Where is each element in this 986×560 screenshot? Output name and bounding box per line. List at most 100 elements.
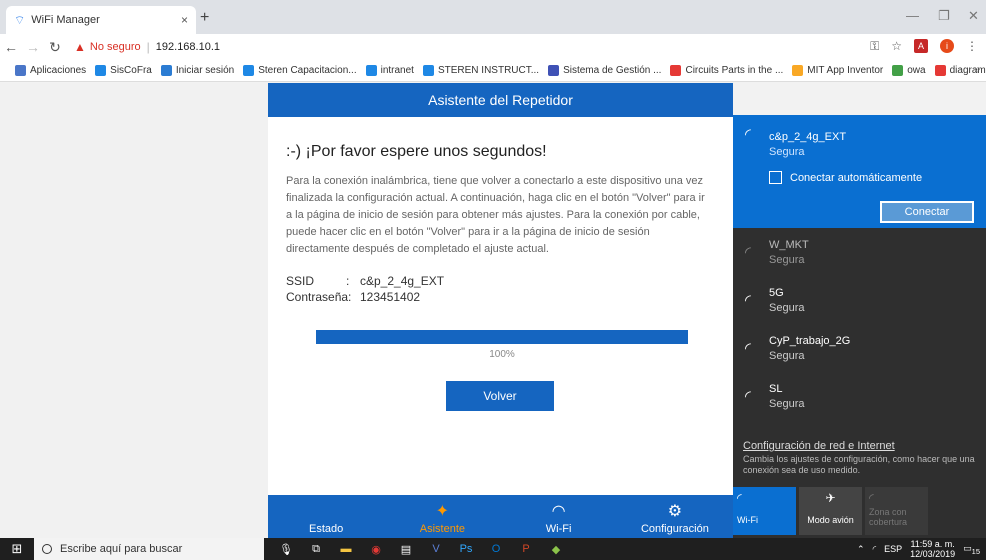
restore-icon[interactable]: ❐ <box>938 8 950 24</box>
bookmark-favicon-icon <box>243 65 255 76</box>
star-icon[interactable]: ☆ <box>891 39 902 54</box>
minimize-icon[interactable]: — <box>906 8 919 23</box>
bookmark-item[interactable]: Circuits Parts in the ... <box>670 65 783 76</box>
wifi-signal-icon: ◜ <box>745 292 751 309</box>
network-name: 5G <box>769 287 784 299</box>
cortana-icon <box>42 544 52 554</box>
wifi-signal-icon: ◜ <box>745 340 751 357</box>
network-name: W_MKT <box>769 239 809 251</box>
visio-icon[interactable]: V <box>428 543 444 556</box>
bookmark-item[interactable]: Sistema de Gestión ... <box>548 65 661 76</box>
pdf-extension-icon[interactable]: A <box>914 39 928 53</box>
bookmark-favicon-icon <box>892 65 904 76</box>
app-icon[interactable]: ◆ <box>548 543 564 556</box>
checkbox-icon[interactable] <box>769 171 782 184</box>
photoshop-icon[interactable]: Ps <box>458 543 474 556</box>
airplane-mode-toggle[interactable]: ✈ Modo avión <box>799 487 862 535</box>
bookmark-favicon-icon <box>160 65 172 76</box>
clock[interactable]: 11:59 a. m. 12/03/2019 <box>910 539 955 559</box>
page-title: :-) ¡Por favor espere unos segundos! <box>286 143 547 160</box>
progress-bar <box>316 330 688 344</box>
bookmark-item[interactable]: Aplicaciones <box>15 65 86 76</box>
tray-wifi-icon[interactable]: ◜ <box>873 544 877 555</box>
close-window-icon[interactable]: ✕ <box>968 8 979 24</box>
bookmark-favicon-icon <box>95 65 107 76</box>
password-value: 123451402 <box>360 290 421 304</box>
bookmark-item[interactable]: Steren Capacitacion... <box>243 65 357 76</box>
chrome-icon[interactable]: ◉ <box>368 543 384 556</box>
network-security: Segura <box>769 254 805 266</box>
back-arrow-icon[interactable]: ← <box>0 39 22 55</box>
selected-network[interactable]: ◜ c&p_2_4g_EXT Segura Conectar automátic… <box>733 115 986 228</box>
nav-estado[interactable]: Estado <box>268 495 384 538</box>
network-name: c&p_2_4g_EXT <box>769 131 847 143</box>
progress-fill <box>316 330 688 344</box>
auto-connect-checkbox[interactable]: Conectar automáticamente <box>769 171 922 184</box>
powerpoint-icon[interactable]: P <box>518 543 534 556</box>
close-tab-icon[interactable]: × <box>181 13 188 27</box>
reload-icon[interactable]: ↻ <box>44 39 66 56</box>
system-tray: ⌃ ◜ ESP 11:59 a. m. 12/03/2019 ▭15 <box>857 538 980 560</box>
ssid-label: SSID: <box>286 274 350 288</box>
tab-strip: ⌔ WiFi Manager × + — ❐ ✕ <box>0 0 986 34</box>
forward-arrow-icon[interactable]: → <box>22 39 44 55</box>
instructions-text: Para la conexión inalámbrica, tiene que … <box>286 175 705 255</box>
bookmark-item[interactable]: STEREN INSTRUCT... <box>422 65 539 76</box>
network-settings-link[interactable]: Configuración de red e Internet <box>743 440 978 452</box>
menu-dots-icon[interactable]: ⋮ <box>966 39 978 54</box>
password-label: Contraseña: <box>286 290 352 304</box>
hotspot-toggle[interactable]: ◜ Zona con cobertura <box>865 487 928 535</box>
bookmark-item[interactable]: SisCoFra <box>95 65 152 76</box>
bookmark-item[interactable]: Iniciar sesión <box>160 65 234 76</box>
network-security: Segura <box>769 398 805 410</box>
bookmark-item[interactable]: intranet <box>365 65 414 76</box>
mic-icon[interactable]: 🎙 <box>278 543 294 556</box>
bookmark-favicon-icon <box>934 65 946 76</box>
address-bar[interactable]: 192.168.10.1 <box>156 41 220 53</box>
wifi-signal-icon: ◜ <box>745 388 751 405</box>
airplane-icon: ✈ <box>825 491 836 505</box>
warning-icon[interactable]: ▲ <box>74 40 86 54</box>
profile-avatar[interactable]: i <box>940 39 954 53</box>
outlook-icon[interactable]: O <box>488 543 504 556</box>
file-explorer-icon[interactable]: ▬ <box>338 543 354 556</box>
nav-asistente[interactable]: ✦ Asistente <box>384 495 500 538</box>
task-view-icon[interactable]: ⧉ <box>308 543 324 556</box>
network-item[interactable]: ◜ CyP_trabajo_2G Segura <box>733 329 986 377</box>
wifi-toggle[interactable]: ◜ Wi-Fi <box>733 487 796 535</box>
bookmark-favicon-icon <box>15 65 26 76</box>
taskbar-apps: 🎙 ⧉ ▬ ◉ ▤ V Ps O P ◆ <box>278 543 564 556</box>
taskbar: ⊞ Escribe aquí para buscar 🎙 ⧉ ▬ ◉ ▤ V P… <box>0 538 986 560</box>
nav-wifi[interactable]: ◠ Wi-Fi <box>501 495 617 538</box>
taskbar-search[interactable]: Escribe aquí para buscar <box>34 538 264 560</box>
new-tab-button[interactable]: + <box>200 9 209 27</box>
network-item[interactable]: ◜ W_MKT Segura <box>733 233 986 281</box>
wifi-flyout: ◜ c&p_2_4g_EXT Segura Conectar automátic… <box>733 115 986 538</box>
wifi-signal-icon: ◜ <box>745 126 751 143</box>
page-header: Asistente del Repetidor <box>268 83 733 117</box>
tray-expand-icon[interactable]: ⌃ <box>857 544 865 555</box>
connect-button[interactable]: Conectar <box>880 201 974 223</box>
hotspot-icon: ◜ <box>869 491 874 505</box>
wand-icon: ✦ <box>435 503 450 520</box>
back-button[interactable]: Volver <box>446 381 554 411</box>
bookmark-item[interactable]: MIT App Inventor <box>792 65 883 76</box>
network-security: Segura <box>769 302 805 314</box>
wifi-signal-icon: ◜ <box>745 244 751 261</box>
language-indicator[interactable]: ESP <box>884 544 902 554</box>
bookmark-item[interactable]: owa <box>892 65 926 76</box>
windows-start-icon[interactable]: ⊞ <box>0 541 34 557</box>
credentials-info: SSID: c&p_2_4g_EXT Contraseña: 123451402 <box>286 273 444 305</box>
key-icon[interactable]: ⚿ <box>870 39 879 54</box>
bookmark-favicon-icon <box>422 65 434 76</box>
network-item[interactable]: ◜ 5G Segura <box>733 281 986 329</box>
notepad-icon[interactable]: ▤ <box>398 543 414 556</box>
bookmark-favicon-icon <box>670 65 682 76</box>
notification-icon[interactable]: ▭15 <box>963 543 980 556</box>
nav-configuracion[interactable]: ⚙ Configuración <box>617 495 733 538</box>
browser-tab[interactable]: ⌔ WiFi Manager × <box>6 6 196 34</box>
auto-connect-label: Conectar automáticamente <box>790 171 923 184</box>
security-status[interactable]: No seguro <box>90 41 141 53</box>
bookmarks-overflow-button[interactable]: » <box>974 64 980 75</box>
network-item[interactable]: ◜ SL Segura <box>733 377 986 425</box>
